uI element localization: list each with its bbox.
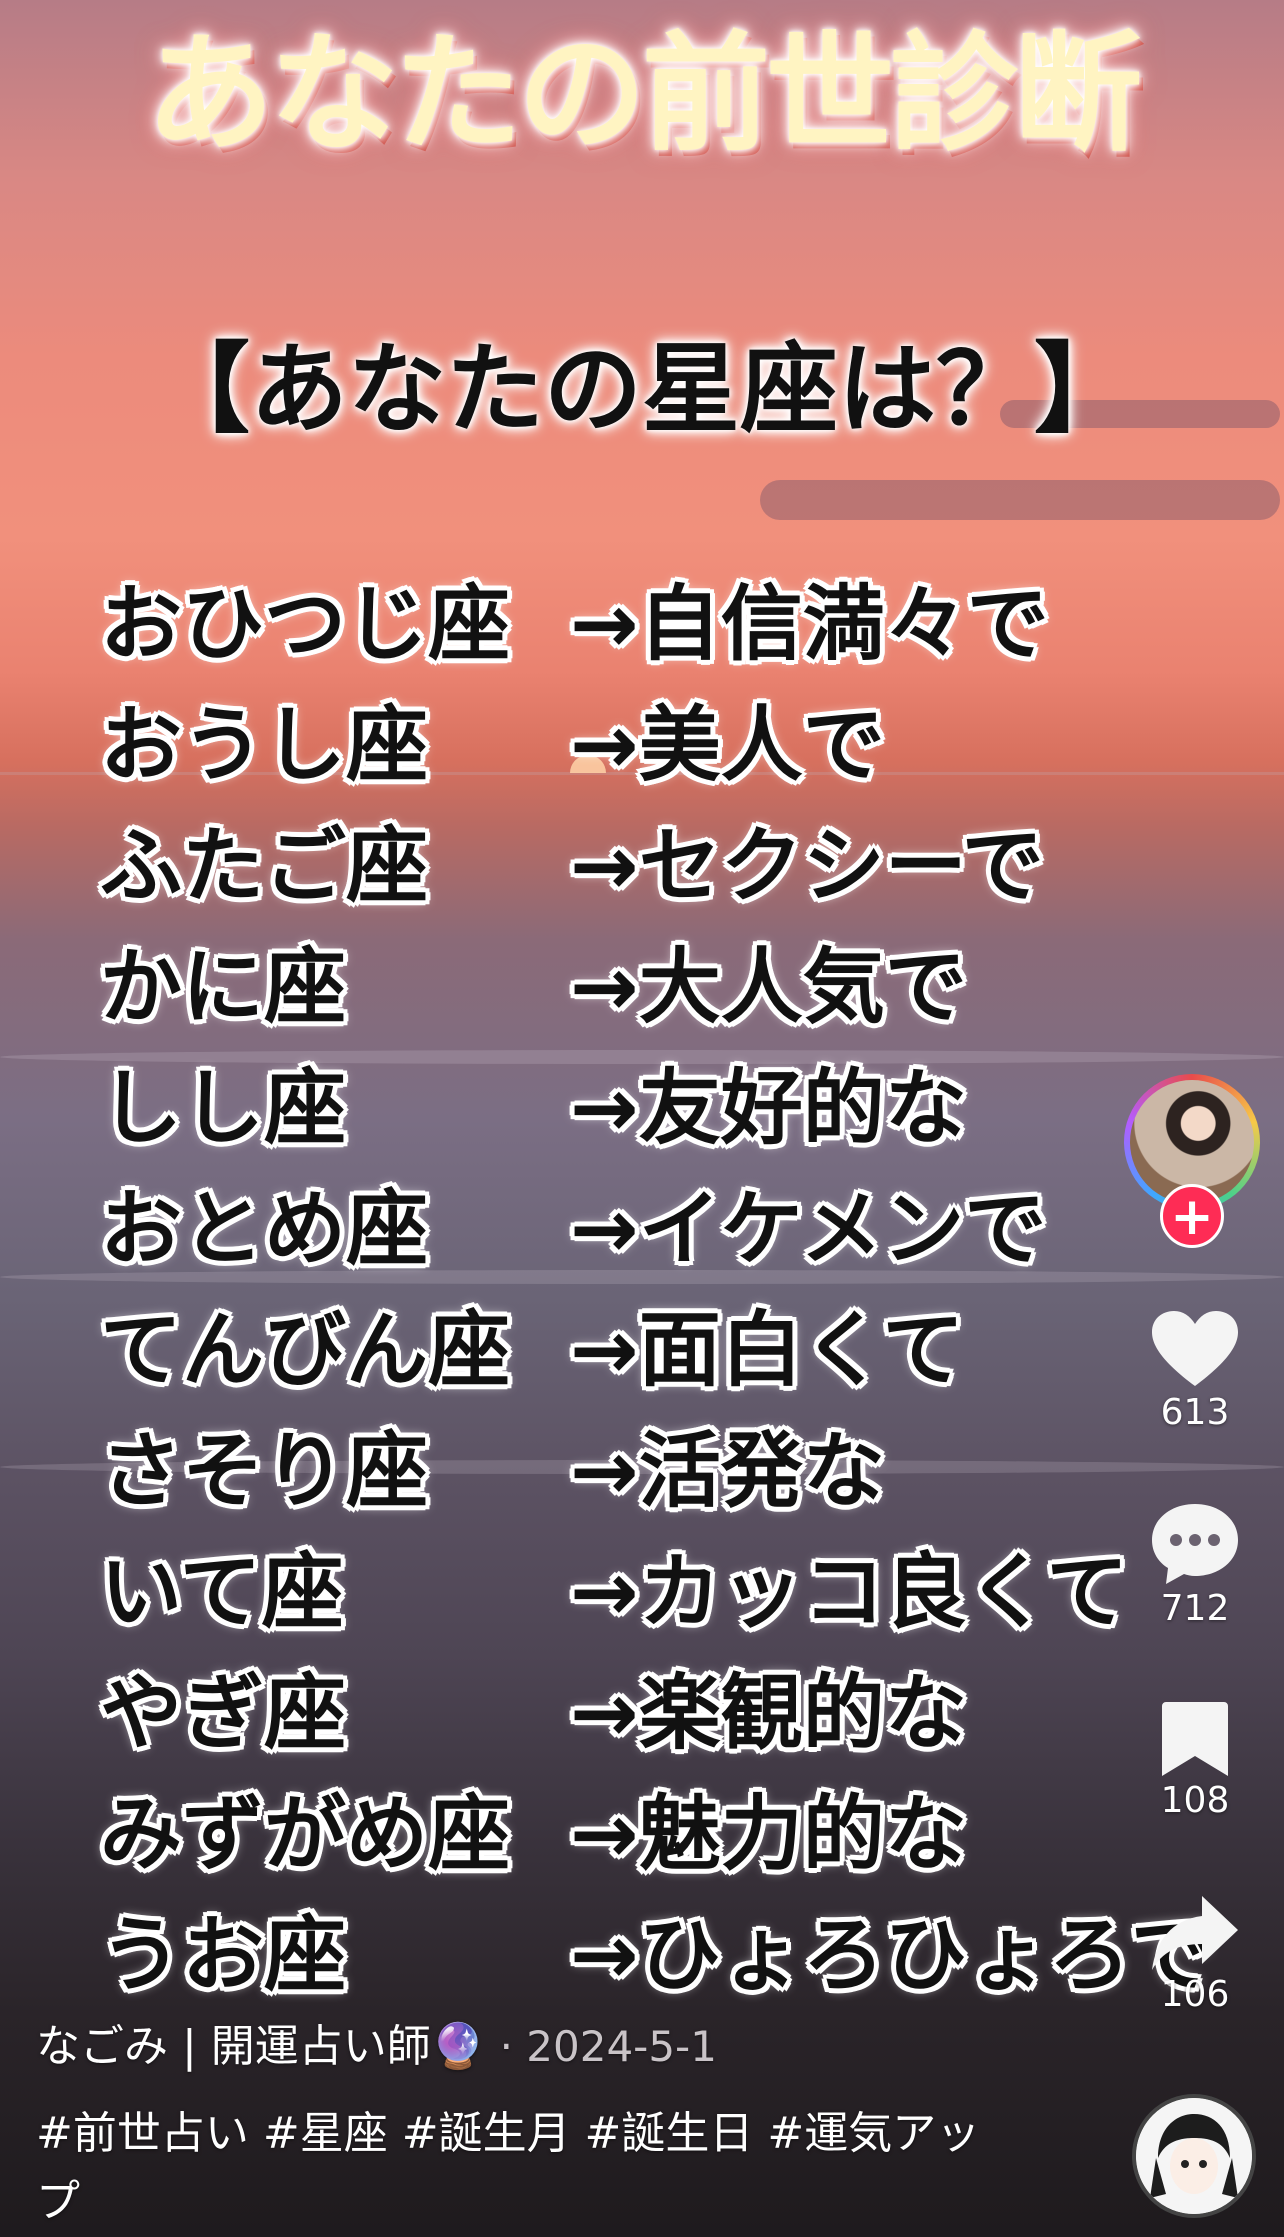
bookmark-icon	[1162, 1702, 1228, 1776]
zodiac-sign: おうし座	[100, 698, 429, 793]
save-count: 108	[1160, 1780, 1230, 1821]
zodiac-row: いて座 →カッコ良くて	[100, 1533, 1200, 1653]
zodiac-row: てんびん座 →面白くて	[100, 1291, 1200, 1411]
zodiac-trait: →イケメンで	[570, 1182, 1047, 1277]
zodiac-trait: →楽観的な	[570, 1666, 967, 1761]
like-button[interactable]: 613	[1120, 1310, 1270, 1433]
zodiac-trait: →友好的な	[570, 1061, 967, 1156]
zodiac-row: さそり座 →活発な	[100, 1412, 1200, 1532]
zodiac-trait: →面白くて	[570, 1303, 965, 1398]
zodiac-sign: かに座	[100, 940, 347, 1035]
music-disc-art	[1136, 2098, 1252, 2214]
post-date: · 2024-5-1	[499, 2022, 717, 2071]
zodiac-row: やぎ座 →楽観的な	[100, 1654, 1200, 1774]
zodiac-trait: →活発な	[570, 1424, 885, 1519]
zodiac-trait: →美人で	[570, 698, 885, 793]
zodiac-sign: おとめ座	[100, 1182, 429, 1277]
share-arrow-icon	[1152, 1896, 1238, 1970]
share-count: 106	[1160, 1974, 1230, 2015]
zodiac-trait: →自信満々で	[570, 577, 1049, 672]
zodiac-trait: →魅力的な	[570, 1787, 967, 1882]
cloud	[760, 480, 1280, 520]
video-title: あなたの前世診断	[145, 20, 1142, 169]
zodiac-sign: やぎ座	[100, 1666, 347, 1761]
zodiac-sign: てんびん座	[100, 1303, 511, 1398]
zodiac-row: おとめ座 →イケメンで	[100, 1170, 1200, 1290]
caption-line: なごみ | 開運占い師🔮 · 2024-5-1	[36, 2010, 717, 2074]
zodiac-sign: ふたご座	[100, 819, 429, 914]
zodiac-trait: →カッコ良くて	[570, 1545, 1129, 1640]
hashtags[interactable]: #前世占い #星座 #誕生月 #誕生日 #運気アップ	[36, 2100, 996, 2236]
zodiac-row: ふたご座 →セクシーで	[100, 807, 1200, 927]
zodiac-sign: うお座	[100, 1908, 347, 2003]
zodiac-row: うお座 →ひょろひょろで	[100, 1896, 1213, 2016]
share-button[interactable]: 106	[1120, 1894, 1270, 2015]
zodiac-sign: しし座	[100, 1061, 347, 1156]
zodiac-sign: おひつじ座	[100, 577, 511, 672]
comment-button[interactable]: 712	[1120, 1502, 1270, 1629]
zodiac-sign: さそり座	[100, 1424, 429, 1519]
video-subtitle: 【あなたの星座は？】	[151, 333, 1132, 447]
zodiac-sign: いて座	[100, 1545, 344, 1640]
zodiac-row: かに座 →大人気で	[100, 928, 1200, 1048]
zodiac-sign: みずがめ座	[100, 1787, 511, 1882]
zodiac-row: おひつじ座 →自信満々で	[100, 565, 1200, 685]
zodiac-row: みずがめ座 →魅力的な	[100, 1775, 1200, 1895]
author-name[interactable]: なごみ | 開運占い師🔮	[36, 2021, 486, 2072]
heart-icon	[1152, 1311, 1238, 1386]
zodiac-trait: →セクシーで	[570, 819, 1044, 914]
zodiac-row: おうし座 →美人で	[100, 686, 1200, 806]
comment-bubble-icon	[1152, 1504, 1238, 1584]
zodiac-trait: →大人気で	[570, 940, 967, 1035]
follow-button[interactable]: +	[1160, 1184, 1224, 1248]
like-count: 613	[1160, 1392, 1230, 1433]
music-disc[interactable]	[1132, 2094, 1256, 2218]
save-button[interactable]: 108	[1120, 1700, 1270, 1821]
zodiac-trait: →ひょろひょろで	[570, 1908, 1213, 2003]
comment-count: 712	[1160, 1588, 1230, 1629]
zodiac-row: しし座 →友好的な	[100, 1049, 1200, 1169]
